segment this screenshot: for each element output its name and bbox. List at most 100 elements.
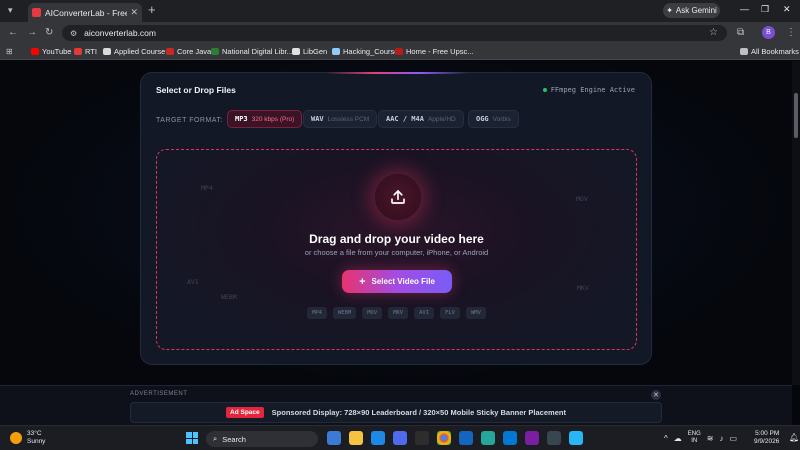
hacking-course-icon: [332, 48, 340, 55]
extension-chip: FLV: [440, 307, 460, 319]
onenote-icon[interactable]: [525, 431, 539, 445]
bookmark-applied-course[interactable]: Applied Course: [103, 47, 165, 56]
bookmark-hacking-course[interactable]: Hacking_Course: [332, 47, 398, 56]
format-option-wav[interactable]: WAV Lossless PCM: [303, 110, 378, 128]
select-video-file-button[interactable]: + Select Video File: [342, 270, 452, 293]
page-scrollbar[interactable]: [792, 61, 800, 385]
bookmark-core-java[interactable]: Core Java: [166, 47, 211, 56]
network-icon[interactable]: ☁: [674, 434, 682, 443]
telegram-icon[interactable]: [569, 431, 583, 445]
new-tab-button[interactable]: +: [148, 3, 156, 17]
ghost-label: WEBM: [221, 293, 237, 301]
battery-icon[interactable]: ▭: [729, 434, 737, 443]
extension-chip: AVI: [414, 307, 435, 319]
folder-icon: [740, 48, 748, 55]
forward-icon[interactable]: →: [27, 27, 37, 38]
bookmark-upsc[interactable]: Home - Free Upsc...: [395, 47, 474, 56]
reload-icon[interactable]: ↻: [45, 27, 53, 38]
site-info-icon[interactable]: ⚙: [70, 29, 77, 38]
bookmarks-bar: ⊞ YouTube RTI Applied Course Core Java N…: [0, 44, 800, 60]
system-tray: ^ ☁ ENG IN ≋ ♪ ▭: [664, 431, 737, 445]
format-option-aac[interactable]: AAC / M4A Apple/HD: [378, 110, 464, 128]
scrollbar-thumb[interactable]: [794, 93, 798, 138]
profile-avatar[interactable]: B: [762, 26, 775, 39]
tab-title: AIConverterLab - Free & Private: [45, 7, 128, 18]
ad-text: Sponsored Display: 728×90 Leaderboard / …: [271, 408, 566, 417]
libgen-icon: [292, 48, 300, 55]
all-bookmarks[interactable]: All Bookmarks: [740, 47, 799, 56]
engine-status-text: FFmpeg Engine Active: [550, 86, 635, 94]
apps-grid-icon[interactable]: ⊞: [6, 47, 13, 56]
terminal-icon[interactable]: [547, 431, 561, 445]
status-dot-icon: [542, 88, 547, 92]
weather-condition: Sunny: [27, 438, 46, 445]
ghost-label: MKV: [577, 284, 589, 292]
clock-date: 9/9/2026: [754, 438, 780, 445]
tab-list-icon[interactable]: ▾: [8, 5, 13, 16]
engine-status: FFmpeg Engine Active: [542, 86, 635, 94]
dropzone-title: Drag and drop your video here: [309, 232, 484, 246]
card-top-glow: [326, 72, 468, 74]
upsc-icon: [395, 48, 403, 55]
url-input[interactable]: ⚙ aiconverterlab.com: [62, 25, 727, 41]
pinned-apps: [327, 431, 583, 445]
windows-taskbar: 33°C Sunny ⌕ Search ^ ☁ ENG IN ≋ ♪ ▭ 5:0…: [0, 425, 800, 450]
ad-close-button[interactable]: ✕: [651, 390, 661, 400]
clock[interactable]: 5:00 PM 9/9/2026: [754, 430, 779, 446]
app-icon[interactable]: [481, 431, 495, 445]
chrome-icon[interactable]: [437, 431, 451, 445]
format-option-mp3[interactable]: MP3 320 kbps (Pro): [227, 110, 303, 128]
bookmark-star-icon[interactable]: ☆: [709, 27, 718, 38]
sun-icon: [10, 432, 22, 444]
weather-temp: 33°C: [27, 430, 42, 437]
browser-tab-strip: ▾ AIConverterLab - Free & Private ✕ + ✦ …: [0, 0, 800, 22]
dropzone-subtitle: or choose a file from your computer, iPh…: [304, 248, 489, 257]
wifi-icon[interactable]: ≋: [707, 434, 714, 443]
format-option-ogg[interactable]: OGG Vorbis: [468, 110, 519, 128]
minimize-icon[interactable]: —: [740, 4, 749, 14]
extension-chip: MKV: [388, 307, 409, 319]
advertisement-label: ADVERTISEMENT: [130, 391, 188, 397]
taskbar-search[interactable]: ⌕ Search: [206, 431, 318, 447]
browser-menu-icon[interactable]: ⋮: [786, 27, 796, 38]
ask-gemini-label: Ask Gemini: [675, 6, 717, 15]
ndl-icon: [211, 48, 219, 55]
tray-chevron-icon[interactable]: ^: [664, 434, 668, 443]
bookmark-youtube[interactable]: YouTube: [31, 47, 71, 56]
target-format-label: TARGET FORMAT:: [156, 117, 223, 124]
notification-bell-icon[interactable]: 🔔︎: [789, 433, 799, 442]
app-icon[interactable]: [459, 431, 473, 445]
app-icon[interactable]: [503, 431, 517, 445]
taskbar-search-label: Search: [222, 434, 246, 444]
extensions-icon[interactable]: ⧉: [737, 27, 744, 38]
back-icon[interactable]: ←: [8, 27, 18, 38]
task-view-icon[interactable]: [327, 431, 341, 445]
file-dropzone[interactable]: MP4 MOV AVI MKV WEBM Drag and drop your …: [156, 149, 637, 350]
extension-chip: WEBM: [333, 307, 357, 319]
converter-card: Select or Drop Files FFmpeg Engine Activ…: [140, 72, 652, 365]
window-close-icon[interactable]: ✕: [783, 4, 791, 15]
extension-chip: MP4: [307, 307, 327, 319]
ad-banner[interactable]: Ad Space Sponsored Display: 728×90 Leade…: [130, 402, 662, 423]
upload-icon: [375, 174, 421, 220]
weather-widget[interactable]: 33°C Sunny: [10, 430, 45, 446]
bookmark-rti[interactable]: RTI: [74, 47, 97, 56]
tab-close-icon[interactable]: ✕: [130, 7, 138, 18]
url-text: aiconverterlab.com: [84, 28, 156, 38]
browser-tab[interactable]: AIConverterLab - Free & Private ✕: [28, 3, 142, 22]
app-icon[interactable]: [415, 431, 429, 445]
maximize-icon[interactable]: ❐: [761, 4, 769, 15]
page-content: Select or Drop Files FFmpeg Engine Activ…: [0, 61, 792, 385]
language-indicator[interactable]: ENG IN: [688, 431, 701, 445]
start-button-icon[interactable]: [186, 432, 198, 444]
youtube-icon: [31, 48, 39, 55]
address-bar-row: ← → ↻ ⚙ aiconverterlab.com ☆ ⧉: [0, 22, 800, 44]
volume-icon[interactable]: ♪: [719, 434, 723, 443]
bookmark-national-digital-library[interactable]: National Digital Libr...: [211, 47, 293, 56]
edge-icon[interactable]: [371, 431, 385, 445]
extension-chip: MOV: [362, 307, 383, 319]
ask-gemini-button[interactable]: ✦ Ask Gemini: [663, 3, 720, 18]
bookmark-libgen[interactable]: LibGen: [292, 47, 327, 56]
store-icon[interactable]: [393, 431, 407, 445]
file-explorer-icon[interactable]: [349, 431, 363, 445]
